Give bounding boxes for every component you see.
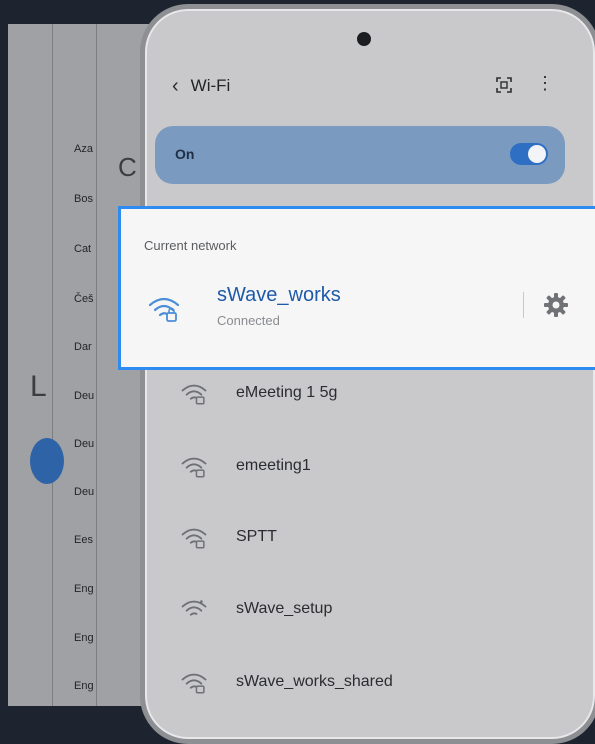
current-network-section-label: Current network [144, 238, 237, 253]
network-name: emeeting1 [236, 457, 311, 474]
wifi-icon [181, 600, 207, 616]
background-divider [52, 24, 53, 706]
background-heading-letter: L [30, 370, 47, 403]
background-heading-letter: C [118, 152, 137, 182]
wifi-secure-icon [181, 457, 207, 478]
back-icon[interactable]: ‹ [172, 75, 179, 98]
gear-icon[interactable] [543, 292, 569, 318]
background-language-item: Češ [74, 293, 94, 305]
current-network-status: Connected [217, 313, 280, 328]
current-network-card [118, 206, 595, 370]
network-list-item[interactable]: emeeting1 [180, 451, 311, 481]
network-name: eMeeting 1 5g [236, 384, 338, 401]
phone-frame [140, 4, 595, 744]
wifi-secure-icon [181, 528, 207, 549]
network-list-item[interactable]: eMeeting 1 5g [180, 378, 337, 408]
wifi-secure-icon [181, 673, 207, 694]
background-language-item: Cat [74, 243, 92, 255]
qr-scan-icon[interactable] [496, 77, 512, 93]
background-avatar-icon [30, 438, 64, 484]
camera-icon [357, 32, 371, 46]
background-language-item: Deu [74, 390, 95, 402]
current-network-name[interactable]: sWave_works [217, 284, 341, 307]
background-language-item: Bos [74, 193, 93, 205]
app-header: ‹ Wi-Fi [172, 72, 230, 100]
network-name: SPTT [236, 528, 277, 545]
wifi-secure-icon [181, 384, 207, 405]
background-language-item: Eng [74, 632, 94, 644]
network-list-item[interactable]: sWave_setup [180, 594, 332, 624]
divider [523, 292, 524, 318]
network-list-item[interactable]: sWave_works_shared [180, 667, 393, 697]
wifi-toggle-bar[interactable] [155, 126, 565, 184]
network-list-item[interactable]: SPTT [180, 522, 277, 552]
background-language-item: Eng [74, 680, 94, 692]
background-language-item: Deu [74, 486, 95, 498]
background-language-item: Aza [74, 143, 93, 155]
background-language-item: Dar [74, 341, 92, 353]
toggle-knob [528, 145, 546, 163]
background-language-item: Eng [74, 583, 94, 595]
background-divider [96, 24, 97, 706]
more-options-icon[interactable]: ⋮ [536, 74, 554, 92]
background-language-item: Deu [74, 438, 95, 450]
network-name: sWave_works_shared [236, 673, 393, 690]
background-language-item: Ees [74, 534, 93, 546]
wifi-secure-icon [148, 297, 180, 322]
wifi-toggle-label: On [175, 146, 195, 162]
network-name: sWave_setup [236, 600, 333, 617]
page-title: Wi-Fi [190, 76, 231, 95]
